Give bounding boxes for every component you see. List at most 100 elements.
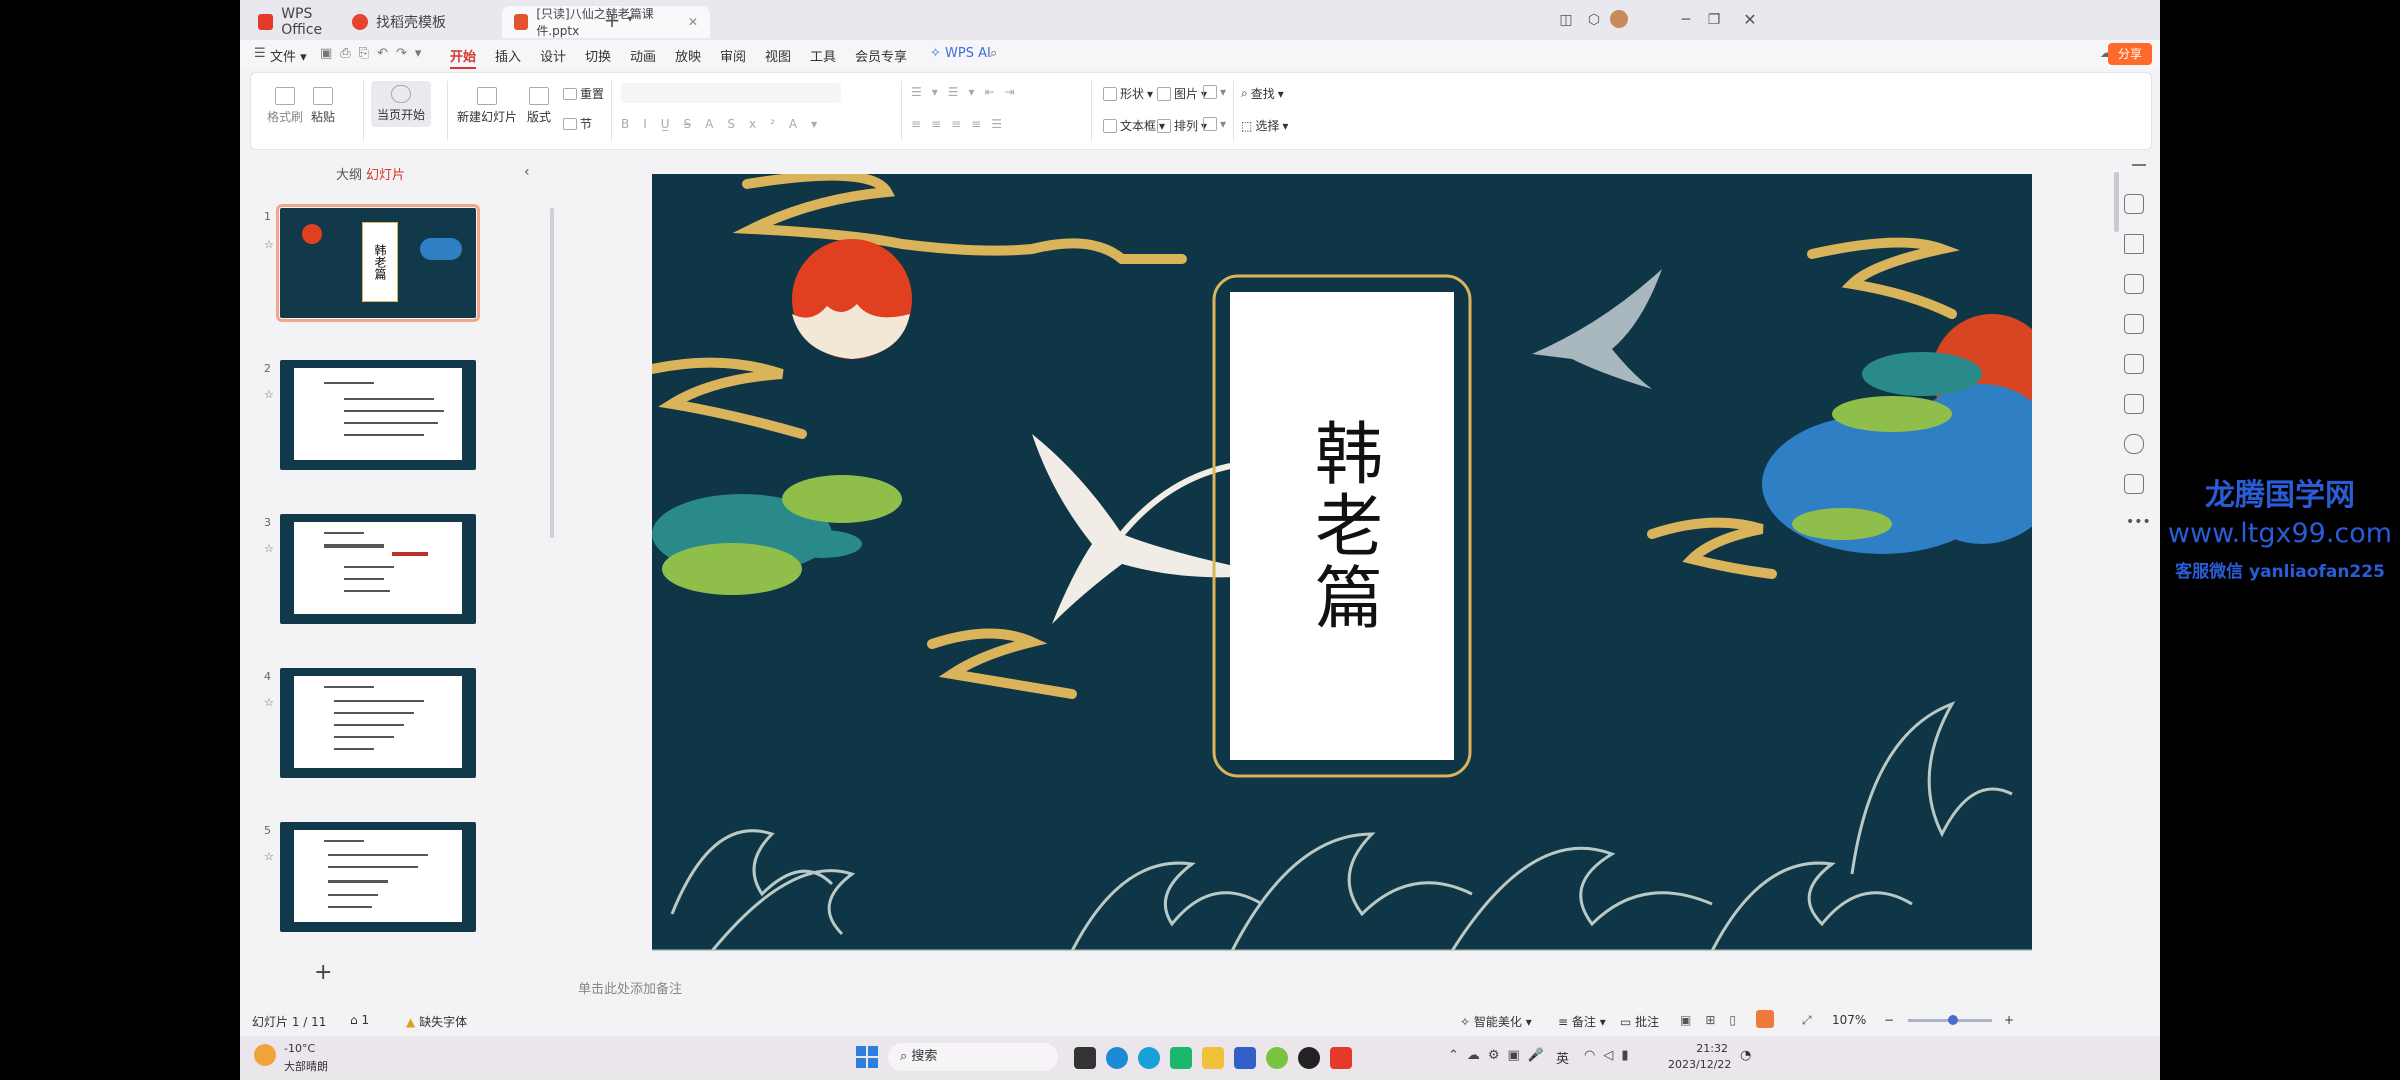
- tab-transition[interactable]: 切换: [585, 46, 611, 65]
- slide-thumbnail-1[interactable]: 韩老篇: [276, 204, 480, 322]
- share-icon[interactable]: [2124, 474, 2144, 494]
- layout-button[interactable]: 版式: [527, 87, 551, 125]
- tab-animation[interactable]: 动画: [630, 46, 656, 65]
- font-style-buttons[interactable]: BIU̲S̶ASx²A▾: [621, 117, 831, 131]
- app-icon[interactable]: [1266, 1047, 1288, 1069]
- wps-ai-button[interactable]: ✧ WPS AI: [930, 46, 991, 61]
- file-menu[interactable]: 文件 ▾: [270, 46, 307, 65]
- play-slideshow-icon[interactable]: [1756, 1010, 1774, 1028]
- edge-icon[interactable]: [1106, 1047, 1128, 1069]
- copy-icon[interactable]: [2124, 274, 2144, 294]
- chevron-down-icon[interactable]: ▾: [620, 10, 640, 30]
- cube-icon[interactable]: ⬡: [1584, 10, 1604, 30]
- weather-icon[interactable]: [254, 1044, 276, 1066]
- star-icon[interactable]: ☆: [264, 388, 274, 401]
- network-volume-icons[interactable]: ◠◁▮: [1584, 1048, 1637, 1063]
- notification-icon[interactable]: ◔: [1740, 1048, 1751, 1063]
- tab-view[interactable]: 视图: [765, 46, 791, 65]
- avatar[interactable]: [1610, 10, 1628, 28]
- tab-design[interactable]: 设计: [540, 46, 566, 65]
- canvas-scrollbar[interactable]: [2114, 172, 2119, 232]
- app-icon[interactable]: [1298, 1047, 1320, 1069]
- tab-home[interactable]: 开始: [450, 46, 477, 69]
- star-icon[interactable]: ☆: [264, 850, 274, 863]
- task-view-icon[interactable]: [1074, 1047, 1096, 1069]
- align-buttons[interactable]: ≡≡≡≡☰: [911, 117, 1012, 131]
- slide-thumbnail-3[interactable]: [280, 514, 476, 624]
- close-window-icon[interactable]: ✕: [1740, 10, 1760, 30]
- minus-icon[interactable]: [2132, 164, 2146, 166]
- new-slide-button[interactable]: 新建幻灯片: [457, 87, 517, 125]
- format-painter-button[interactable]: 格式刷: [267, 87, 303, 125]
- store-icon[interactable]: [1170, 1047, 1192, 1069]
- find-button[interactable]: ⌕ 查找 ▾: [1241, 85, 1284, 102]
- windows-start-icon[interactable]: [856, 1046, 878, 1068]
- adjust-icon[interactable]: [2124, 194, 2144, 214]
- tab-member[interactable]: 会员专享: [855, 46, 907, 65]
- comment-count[interactable]: ⌂ 1: [350, 1013, 369, 1027]
- app-icon[interactable]: [1234, 1047, 1256, 1069]
- fit-icon[interactable]: ⤢: [1802, 1013, 1812, 1028]
- zoom-slider[interactable]: [1908, 1015, 1992, 1025]
- add-slide-button[interactable]: +: [314, 960, 332, 985]
- arrange-button[interactable]: 排列 ▾: [1157, 117, 1207, 134]
- missing-font-warning[interactable]: ▲ 缺失字体: [406, 1013, 467, 1030]
- star-icon[interactable]: [2124, 234, 2144, 254]
- paste-button[interactable]: 粘贴: [311, 87, 335, 125]
- slide-thumbnail-5[interactable]: [280, 822, 476, 932]
- outline-button[interactable]: ▾: [1203, 117, 1226, 131]
- tab-tools[interactable]: 工具: [810, 46, 836, 65]
- collapse-panel-icon[interactable]: ‹: [524, 164, 530, 180]
- notes-placeholder[interactable]: 单击此处添加备注: [578, 978, 682, 997]
- system-tray-icons[interactable]: ⌃☁⚙▣🎤: [1448, 1048, 1552, 1063]
- view-mode-buttons[interactable]: ▣⊞▯: [1680, 1013, 1750, 1027]
- tab-template[interactable]: 找稻壳模板: [340, 6, 480, 38]
- image-icon[interactable]: [2124, 394, 2144, 414]
- notes-button[interactable]: ≡ 备注 ▾: [1558, 1013, 1606, 1030]
- help-icon[interactable]: [2124, 434, 2144, 454]
- style-icon[interactable]: [2124, 314, 2144, 334]
- browser-icon[interactable]: [1138, 1047, 1160, 1069]
- zoom-level[interactable]: 107%: [1832, 1013, 1866, 1027]
- textbox-button[interactable]: 文本框 ▾: [1103, 117, 1165, 134]
- wps-taskbar-icon[interactable]: [1330, 1047, 1352, 1069]
- hamburger-icon[interactable]: ☰: [254, 46, 266, 61]
- panel-scrollbar[interactable]: [550, 208, 554, 538]
- tab-outline[interactable]: 大纲: [336, 164, 362, 183]
- slide-thumbnail-4[interactable]: [280, 668, 476, 778]
- list-buttons[interactable]: ☰▾☰▾⇤⇥: [911, 85, 1025, 99]
- minimize-icon[interactable]: ─: [1676, 10, 1696, 30]
- select-button[interactable]: ⬚ 选择 ▾: [1241, 117, 1288, 134]
- tab-slideshow[interactable]: 放映: [675, 46, 701, 65]
- title-card-text-area[interactable]: 韩老篇: [1230, 292, 1454, 760]
- star-icon[interactable]: ☆: [264, 542, 274, 555]
- fill-button[interactable]: ▾: [1203, 85, 1226, 99]
- section-button[interactable]: 节: [563, 115, 592, 132]
- search-icon[interactable]: ⌕: [990, 46, 997, 61]
- tools-icon[interactable]: [2124, 354, 2144, 374]
- file-explorer-icon[interactable]: [1202, 1047, 1224, 1069]
- slide-thumbnail-2[interactable]: [280, 360, 476, 470]
- star-icon[interactable]: ☆: [264, 696, 274, 709]
- reset-button[interactable]: 重置: [563, 85, 604, 102]
- more-icon[interactable]: •••: [2126, 514, 2151, 530]
- star-icon[interactable]: ☆: [264, 238, 274, 251]
- smart-beautify-button[interactable]: ✧ 智能美化 ▾: [1460, 1013, 1532, 1030]
- zoom-in-icon[interactable]: +: [2004, 1013, 2014, 1027]
- slide[interactable]: 韩老篇: [652, 174, 2032, 951]
- share-button[interactable]: 分享: [2108, 43, 2152, 65]
- close-tab-icon[interactable]: ✕: [688, 15, 698, 29]
- comment-button[interactable]: ▭ 批注: [1620, 1013, 1659, 1030]
- zoom-slider-thumb[interactable]: [1948, 1015, 1958, 1025]
- ime-indicator[interactable]: 英: [1556, 1048, 1569, 1067]
- taskbar-search[interactable]: ⌕ 搜索: [888, 1043, 1058, 1071]
- tab-slides[interactable]: 幻灯片: [366, 164, 405, 183]
- new-tab-icon[interactable]: +: [602, 10, 622, 30]
- play-from-current-button[interactable]: 当页开始: [371, 81, 432, 127]
- zoom-out-icon[interactable]: −: [1884, 1013, 1894, 1027]
- tab-insert[interactable]: 插入: [495, 46, 521, 65]
- picture-button[interactable]: 图片 ▾: [1157, 85, 1207, 102]
- layout-icon[interactable]: ◫: [1556, 10, 1576, 30]
- restore-icon[interactable]: ❐: [1704, 10, 1724, 30]
- tab-review[interactable]: 审阅: [720, 46, 746, 65]
